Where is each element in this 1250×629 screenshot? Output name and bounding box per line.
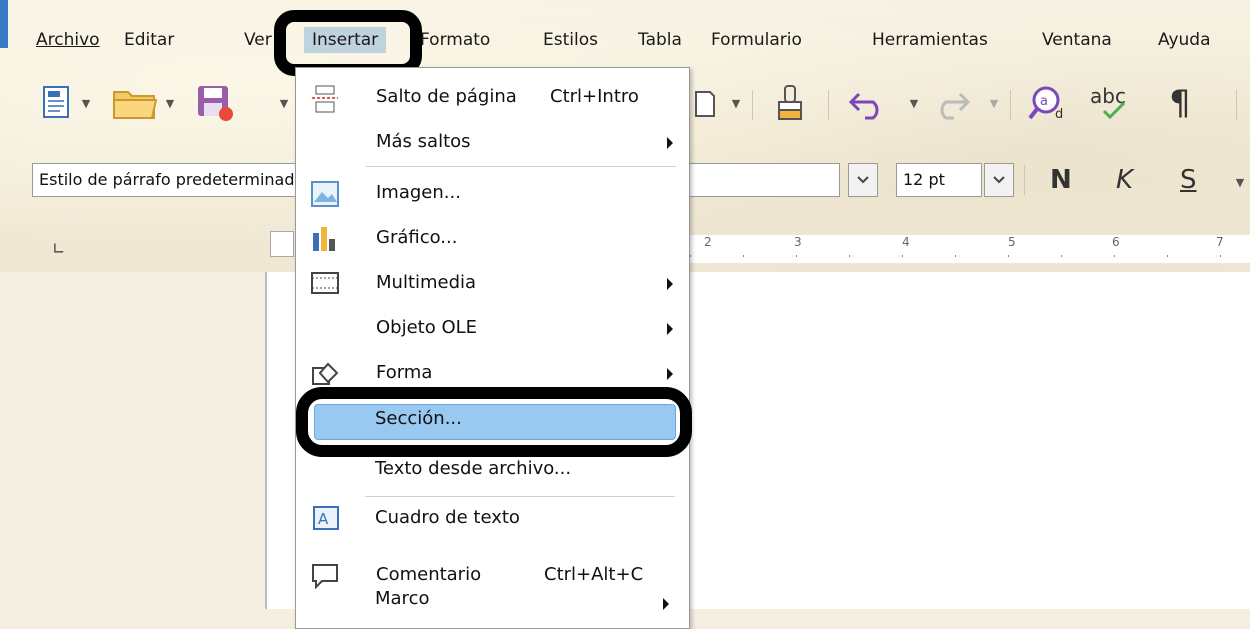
menu-item-label: Gráfico... [376, 227, 458, 248]
menu-formulario[interactable]: Formulario [711, 30, 802, 50]
font-size-dropdown-button[interactable] [984, 163, 1014, 197]
insert-menu: Salto de página Ctrl+Intro Más saltos Im… [295, 67, 690, 629]
menu-tabla[interactable]: Tabla [638, 30, 682, 50]
image-icon [310, 180, 342, 210]
page-edge [265, 272, 267, 609]
open-folder-icon[interactable] [110, 78, 160, 128]
page-break-icon [310, 84, 342, 114]
chevron-down-icon [857, 176, 869, 184]
spellcheck-icon[interactable]: abc [1086, 78, 1142, 128]
menu-item-multimedia[interactable]: Multimedia [296, 262, 689, 307]
menu-item-label: Más saltos [376, 131, 471, 152]
multimedia-icon [310, 270, 342, 300]
menu-estilos[interactable]: Estilos [543, 30, 598, 50]
save-dropdown-caret[interactable]: ▼ [276, 78, 292, 128]
toolbar-separator [1010, 90, 1011, 120]
menu-item-imagen[interactable]: Imagen... [296, 172, 689, 217]
underline-button[interactable]: S [1180, 165, 1197, 195]
paste-dropdown-caret[interactable]: ▼ [728, 78, 744, 128]
ruler-ticks [690, 255, 1250, 257]
svg-text:a: a [1040, 94, 1048, 109]
chevron-down-icon [993, 176, 1005, 184]
menu-archivo[interactable]: Archivo [36, 30, 100, 50]
new-dropdown-caret[interactable]: ▼ [78, 78, 94, 128]
menu-item-texto-desde-archivo[interactable]: Texto desde archivo... [375, 458, 571, 479]
menu-item-marco[interactable]: Marco [375, 588, 429, 609]
menu-bar: Archivo Editar Ver Insertar Formato Esti… [0, 22, 1250, 66]
menu-item-label: Forma [376, 362, 433, 383]
menu-separator [365, 496, 675, 497]
document-left-margin [0, 272, 265, 609]
tab-stop-icon[interactable]: ∟ [52, 239, 65, 258]
menu-editar[interactable]: Editar [124, 30, 174, 50]
shape-icon [310, 360, 342, 390]
menu-formato[interactable]: Formato [420, 30, 490, 50]
menu-item-shortcut: Ctrl+Alt+C [544, 564, 644, 585]
menu-item-salto-de-pagina[interactable]: Salto de página Ctrl+Intro [296, 76, 689, 121]
ruler-number: 2 [704, 235, 712, 249]
menu-item-label: Imagen... [376, 182, 461, 203]
toolbar-separator [752, 90, 753, 120]
undo-icon[interactable] [842, 78, 894, 128]
clone-formatting-icon[interactable] [770, 78, 810, 128]
open-dropdown-caret[interactable]: ▼ [162, 78, 178, 128]
ruler-number: 6 [1112, 235, 1120, 249]
menu-item-grafico[interactable]: Gráfico... [296, 217, 689, 262]
underline-dropdown-caret[interactable]: ▼ [1232, 157, 1248, 207]
menu-item-mas-saltos[interactable]: Más saltos [296, 121, 689, 166]
font-size-combo[interactable]: 12 pt [896, 163, 982, 197]
undo-dropdown-caret[interactable]: ▼ [906, 78, 922, 128]
menu-item-label: Cuadro de texto [375, 507, 520, 528]
find-replace-icon[interactable]: ad [1024, 78, 1072, 128]
ruler-number: 3 [794, 235, 802, 249]
chart-icon [310, 225, 342, 255]
menu-item-comentario[interactable]: Comentario Ctrl+Alt+C [296, 554, 689, 599]
ruler-margin-box [270, 231, 294, 257]
toolbar-separator [1236, 90, 1237, 120]
submenu-arrow-icon [663, 598, 669, 610]
menu-item-label: Multimedia [376, 272, 477, 293]
menu-ver[interactable]: Ver [244, 30, 272, 50]
comment-icon [310, 562, 342, 592]
menu-item-label: Salto de página [376, 86, 517, 107]
italic-button[interactable]: K [1116, 165, 1133, 195]
menu-item-objeto-ole[interactable]: Objeto OLE [296, 307, 689, 352]
menu-item-shortcut: Ctrl+Intro [550, 86, 639, 107]
toolbar-separator [1024, 165, 1025, 195]
menu-item-label: Objeto OLE [376, 317, 478, 338]
submenu-arrow-icon [667, 368, 673, 380]
svg-text:d: d [1055, 107, 1063, 122]
save-icon[interactable] [190, 78, 240, 128]
annotation-circle-seccion [296, 387, 692, 457]
redo-icon[interactable] [926, 78, 976, 128]
menu-herramientas[interactable]: Herramientas [872, 30, 988, 50]
menu-item-cuadro-de-texto[interactable]: A Cuadro de texto [295, 502, 688, 542]
ruler-number: 4 [902, 235, 910, 249]
ruler-number: 7 [1216, 235, 1224, 249]
submenu-arrow-icon [667, 323, 673, 335]
menu-ayuda[interactable]: Ayuda [1158, 30, 1211, 50]
bold-button[interactable]: N [1050, 165, 1072, 195]
submenu-arrow-icon [667, 278, 673, 290]
paragraph-style-value: Estilo de párrafo predeterminado [39, 170, 305, 189]
menu-item-label: Comentario [376, 564, 482, 585]
menu-separator [366, 166, 676, 167]
ruler-track [690, 235, 1250, 263]
menu-archivo-label: Archivo [36, 30, 100, 50]
toolbar-separator [828, 90, 829, 120]
text-box-icon: A [311, 504, 341, 536]
ruler-number: 5 [1008, 235, 1016, 249]
formatting-marks-icon[interactable]: ¶ [1160, 78, 1200, 128]
svg-text:A: A [318, 510, 329, 528]
pilcrow-glyph: ¶ [1169, 83, 1191, 123]
paste-icon-partial[interactable] [690, 78, 720, 128]
redo-dropdown-caret[interactable]: ▼ [986, 78, 1002, 128]
new-document-icon[interactable] [38, 78, 76, 128]
menu-item-label: Marco [375, 588, 430, 609]
menu-ventana[interactable]: Ventana [1042, 30, 1112, 50]
submenu-arrow-icon [667, 137, 673, 149]
paragraph-style-dropdown-button[interactable] [848, 163, 878, 197]
font-size-value: 12 pt [903, 170, 945, 189]
